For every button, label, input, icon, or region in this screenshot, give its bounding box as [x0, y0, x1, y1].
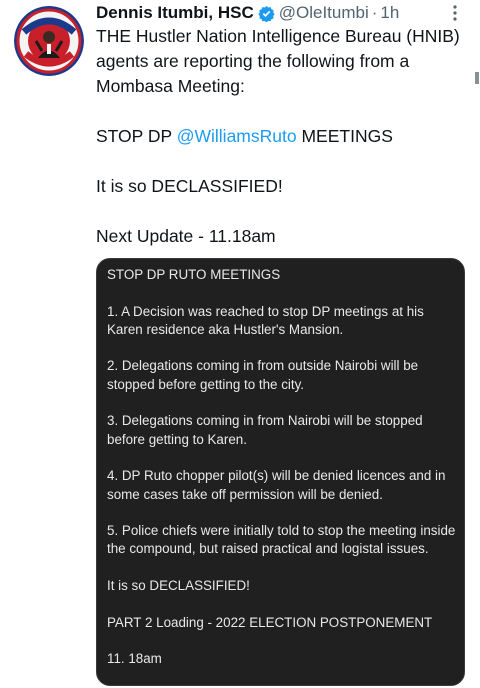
avatar-image — [14, 6, 84, 76]
image-point: 1. A Decision was reached to stop DP mee… — [107, 303, 424, 337]
tweet-header: Dennis Itumbi, HSC @OleItumbi · 1h — [96, 1, 466, 25]
image-declassified: It is so DECLASSIFIED! — [107, 578, 250, 594]
tweet-line: THE Hustler Nation Intelligence Bureau (… — [96, 26, 460, 96]
author-handle[interactable]: @OleItumbi — [279, 3, 369, 23]
avatar[interactable] — [14, 6, 84, 76]
image-time: 11. 18am — [107, 651, 162, 667]
verified-badge-icon — [258, 5, 275, 22]
image-part2: PART 2 Loading - 2022 ELECTION POSTPONEM… — [107, 614, 433, 630]
more-options-button[interactable] — [442, 2, 468, 24]
tweet-declassified: It is so DECLASSIFIED! — [96, 176, 283, 196]
scrollbar-thumb[interactable] — [475, 72, 479, 84]
tweet-stop-line: STOP DP @WilliamsRuto MEETINGS — [96, 124, 466, 149]
image-title: STOP DP RUTO MEETINGS — [107, 267, 281, 282]
tweet[interactable]: Dennis Itumbi, HSC @OleItumbi · 1h THE H… — [0, 0, 480, 688]
attached-image[interactable]: STOP DP RUTO MEETINGS 1. A Decision was … — [96, 258, 465, 686]
image-point: 5. Police chiefs were initially told to … — [107, 523, 456, 557]
stop-suffix: MEETINGS — [296, 126, 393, 146]
tweet-next-update: Next Update - 11.18am — [96, 226, 276, 246]
tweet-text: THE Hustler Nation Intelligence Bureau (… — [96, 24, 466, 249]
timestamp[interactable]: 1h — [380, 3, 399, 23]
image-text: STOP DP RUTO MEETINGS 1. A Decision was … — [107, 266, 457, 669]
image-point: 4. DP Ruto chopper pilot(s) will be deni… — [107, 468, 446, 502]
separator: · — [371, 3, 378, 22]
author-name[interactable]: Dennis Itumbi, HSC — [96, 3, 254, 23]
stop-prefix: STOP DP — [96, 126, 177, 146]
mention-link[interactable]: @WilliamsRuto — [177, 126, 297, 146]
image-point: 3. Delegations coming in from Nairobi wi… — [107, 413, 423, 447]
more-vertical-icon — [453, 5, 457, 21]
image-point: 2. Delegations coming in from outside Na… — [107, 358, 419, 392]
